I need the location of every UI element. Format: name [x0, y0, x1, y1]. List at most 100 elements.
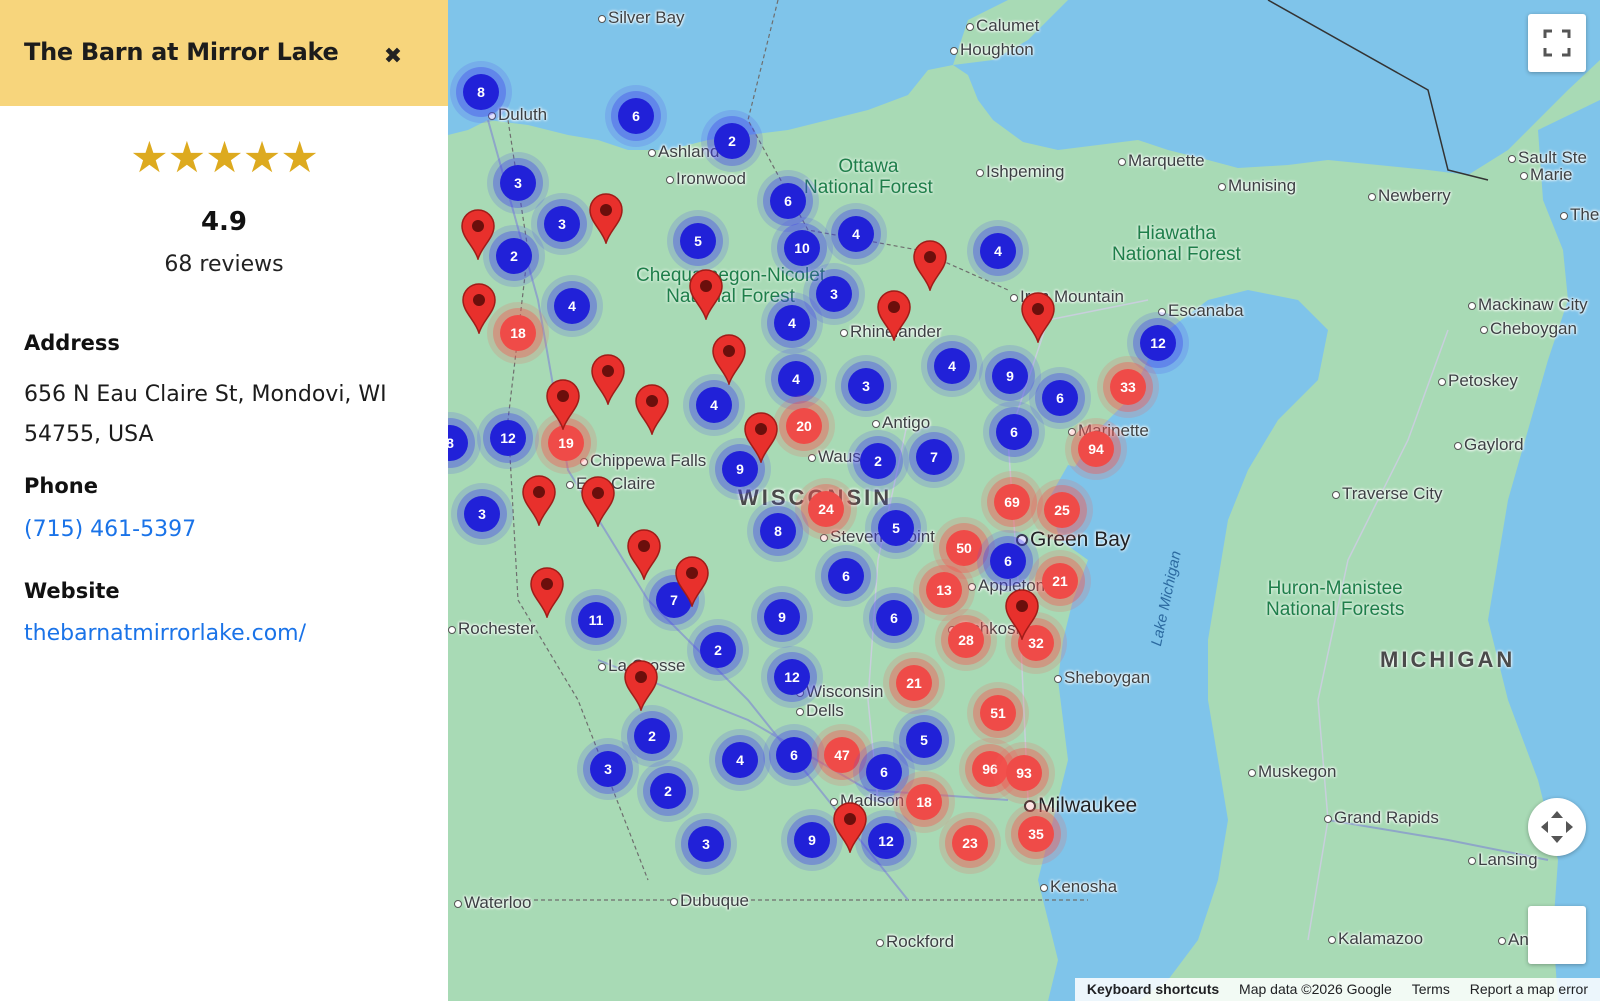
marker-cluster-red[interactable]: 21: [896, 665, 932, 701]
marker-cluster-red[interactable]: 33: [1110, 369, 1146, 405]
marker-cluster-blue[interactable]: 3: [816, 276, 852, 312]
map-pin-icon[interactable]: [625, 528, 663, 582]
place-label: Antigo: [872, 413, 930, 433]
move-arrows-icon: [1541, 811, 1573, 843]
map-pin-icon[interactable]: [687, 268, 725, 322]
marker-cluster-blue[interactable]: 3: [590, 751, 626, 787]
marker-cluster-blue[interactable]: 2: [634, 718, 670, 754]
marker-cluster-blue[interactable]: 4: [554, 288, 590, 324]
marker-cluster-red[interactable]: 47: [824, 737, 860, 773]
marker-cluster-red[interactable]: 21: [1042, 563, 1078, 599]
map-pin-icon[interactable]: [742, 411, 780, 465]
map-pin-icon[interactable]: [520, 474, 558, 528]
marker-cluster-blue[interactable]: 11: [578, 602, 614, 638]
marker-cluster-blue[interactable]: 3: [464, 496, 500, 532]
marker-cluster-blue[interactable]: 6: [618, 98, 654, 134]
map-pin-icon[interactable]: [831, 801, 869, 855]
report-error-link[interactable]: Report a map error: [1470, 981, 1588, 997]
marker-cluster-blue[interactable]: 8: [760, 513, 796, 549]
marker-cluster-blue[interactable]: 6: [770, 183, 806, 219]
marker-cluster-blue[interactable]: 5: [906, 722, 942, 758]
place-label: Thessa: [1560, 205, 1600, 225]
marker-cluster-red[interactable]: 18: [500, 315, 536, 351]
marker-cluster-red[interactable]: 18: [906, 784, 942, 820]
map-pin-icon[interactable]: [911, 239, 949, 293]
map-pin-icon[interactable]: [587, 192, 625, 246]
map-pin-icon[interactable]: [673, 555, 711, 609]
marker-cluster-blue[interactable]: 4: [696, 387, 732, 423]
marker-cluster-blue[interactable]: 6: [996, 414, 1032, 450]
map[interactable]: Silver Bay Calumet Houghton Duluth Ashland Ir…: [448, 0, 1600, 1001]
close-icon[interactable]: ✖: [380, 44, 406, 70]
map-pin-icon[interactable]: [710, 333, 748, 387]
marker-cluster-red[interactable]: 25: [1044, 492, 1080, 528]
marker-cluster-red[interactable]: 28: [948, 622, 984, 658]
marker-cluster-blue[interactable]: 4: [778, 361, 814, 397]
marker-cluster-blue[interactable]: 3: [848, 368, 884, 404]
marker-cluster-blue[interactable]: 10: [784, 230, 820, 266]
marker-cluster-blue[interactable]: 3: [688, 826, 724, 862]
map-pin-icon[interactable]: [528, 566, 566, 620]
marker-cluster-red[interactable]: 20: [786, 408, 822, 444]
marker-cluster-blue[interactable]: 12: [490, 420, 526, 456]
marker-cluster-blue[interactable]: 4: [980, 233, 1016, 269]
marker-cluster-blue[interactable]: 2: [650, 773, 686, 809]
marker-cluster-blue[interactable]: 6: [1042, 380, 1078, 416]
place-label: Calumet: [966, 16, 1039, 36]
marker-cluster-blue[interactable]: 5: [680, 223, 716, 259]
map-pin-icon[interactable]: [875, 289, 913, 343]
map-pin-icon[interactable]: [1019, 291, 1057, 345]
marker-cluster-blue[interactable]: 12: [868, 823, 904, 859]
marker-cluster-blue[interactable]: 6: [828, 558, 864, 594]
marker-cluster-red[interactable]: 69: [994, 484, 1030, 520]
map-pin-icon[interactable]: [633, 383, 671, 437]
marker-cluster-blue[interactable]: 6: [776, 737, 812, 773]
marker-cluster-blue[interactable]: 8: [463, 74, 499, 110]
terms-link[interactable]: Terms: [1412, 981, 1450, 997]
marker-cluster-blue[interactable]: 9: [992, 358, 1028, 394]
map-pin-icon[interactable]: [544, 378, 582, 432]
marker-cluster-red[interactable]: 93: [1006, 755, 1042, 791]
marker-cluster-red[interactable]: 51: [980, 695, 1016, 731]
map-pin-icon[interactable]: [459, 208, 497, 262]
fullscreen-button[interactable]: [1528, 14, 1586, 72]
marker-cluster-blue[interactable]: 12: [774, 659, 810, 695]
marker-cluster-blue[interactable]: 3: [544, 206, 580, 242]
marker-cluster-blue[interactable]: 4: [722, 742, 758, 778]
marker-cluster-blue[interactable]: 6: [876, 600, 912, 636]
marker-cluster-blue[interactable]: 2: [496, 238, 532, 274]
marker-cluster-blue[interactable]: 4: [774, 305, 810, 341]
map-pin-icon[interactable]: [579, 475, 617, 529]
marker-cluster-red[interactable]: 94: [1078, 431, 1114, 467]
map-pin-icon[interactable]: [1003, 588, 1041, 642]
marker-cluster-blue[interactable]: 12: [1140, 325, 1176, 361]
marker-cluster-blue[interactable]: 9: [794, 822, 830, 858]
keyboard-shortcuts-link[interactable]: Keyboard shortcuts: [1087, 981, 1219, 997]
map-pin-icon[interactable]: [460, 282, 498, 336]
marker-cluster-blue[interactable]: 4: [838, 216, 874, 252]
phone-link[interactable]: (715) 461-5397: [24, 517, 196, 542]
marker-cluster-blue[interactable]: 2: [714, 123, 750, 159]
map-pin-icon[interactable]: [622, 659, 660, 713]
website-link[interactable]: thebarnatmirrorlake.com/: [24, 621, 306, 646]
camera-control-button[interactable]: [1528, 798, 1586, 856]
marker-cluster-red[interactable]: 35: [1018, 816, 1054, 852]
marker-cluster-blue[interactable]: 3: [500, 165, 536, 201]
marker-cluster-blue[interactable]: 9: [764, 599, 800, 635]
marker-cluster-red[interactable]: 50: [946, 530, 982, 566]
place-label: Chippewa Falls: [580, 451, 706, 471]
marker-cluster-blue[interactable]: 5: [878, 510, 914, 546]
marker-cluster-red[interactable]: 19: [548, 425, 584, 461]
marker-cluster-blue[interactable]: 4: [934, 348, 970, 384]
marker-cluster-blue[interactable]: 6: [990, 543, 1026, 579]
map-pin-icon[interactable]: [589, 353, 627, 407]
street-view-button[interactable]: [1528, 906, 1586, 964]
marker-cluster-red[interactable]: 13: [926, 572, 962, 608]
marker-cluster-blue[interactable]: 2: [700, 632, 736, 668]
marker-cluster-blue[interactable]: 2: [860, 443, 896, 479]
marker-cluster-blue[interactable]: 6: [866, 754, 902, 790]
marker-cluster-red[interactable]: 24: [808, 491, 844, 527]
marker-cluster-red[interactable]: 23: [952, 825, 988, 861]
marker-cluster-blue[interactable]: 7: [916, 439, 952, 475]
marker-cluster-red[interactable]: 96: [972, 751, 1008, 787]
